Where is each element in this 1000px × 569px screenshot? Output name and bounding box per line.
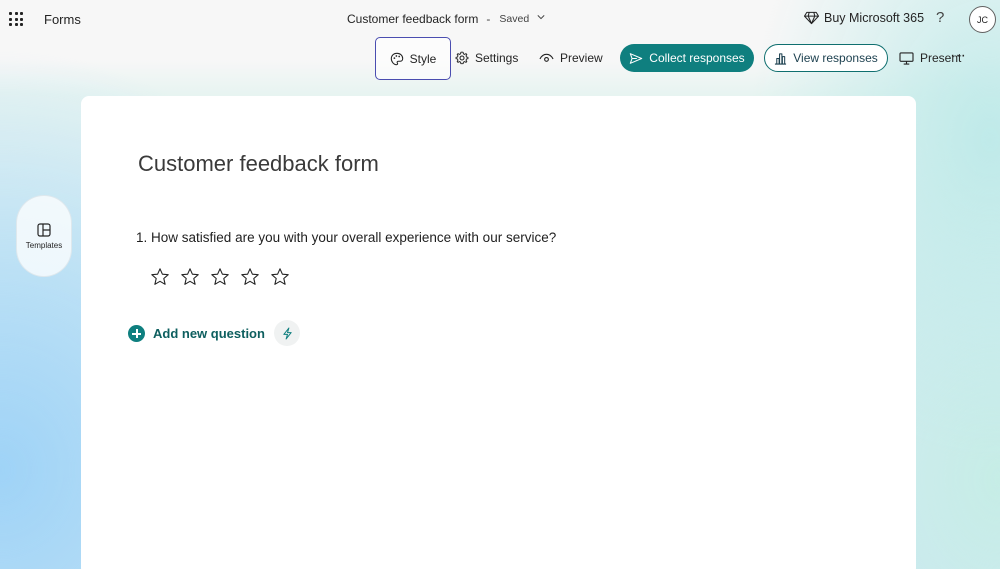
star-icon[interactable] (240, 267, 260, 287)
star-icon[interactable] (210, 267, 230, 287)
question-1[interactable]: 1. How satisfied are you with your overa… (136, 230, 556, 245)
monitor-icon (899, 51, 914, 65)
gear-icon (455, 51, 469, 65)
collect-label: Collect responses (649, 51, 745, 65)
app-name[interactable]: Forms (44, 12, 81, 27)
view-responses-button[interactable]: View responses (764, 44, 888, 72)
palette-icon (390, 52, 403, 65)
form-title[interactable]: Customer feedback form (138, 151, 379, 177)
settings-label: Settings (475, 51, 519, 65)
diamond-icon (804, 11, 819, 25)
send-icon (630, 52, 643, 64)
star-icon[interactable] (270, 267, 290, 287)
question-number: 1. (136, 230, 148, 245)
star-icon[interactable] (180, 267, 200, 287)
save-status: Saved (499, 13, 530, 25)
star-icon[interactable] (150, 267, 170, 287)
preview-label: Preview (560, 51, 603, 65)
form-card: Customer feedback form 1. How satisfied … (81, 96, 916, 569)
settings-button[interactable]: Settings (455, 44, 518, 72)
buy-microsoft-365-button[interactable]: Buy Microsoft 365 (804, 11, 924, 25)
style-button[interactable]: Style (375, 37, 451, 80)
style-label: Style (409, 51, 437, 66)
add-question-label: Add new question (153, 326, 265, 341)
app-launcher-icon[interactable] (9, 12, 23, 26)
top-bar: Forms Customer feedback form - Saved Buy… (0, 0, 1000, 40)
template-grid-icon (37, 222, 51, 237)
eye-icon (539, 53, 554, 62)
title-separator: - (486, 12, 491, 26)
plus-circle-icon (128, 325, 145, 342)
more-options-button[interactable]: ··· (950, 42, 966, 70)
bar-chart-icon (775, 52, 787, 65)
document-title-menu[interactable]: Customer feedback form - Saved (347, 12, 545, 26)
collect-responses-button[interactable]: Collect responses (620, 44, 754, 72)
chevron-down-icon (537, 15, 545, 20)
avatar[interactable]: JC (969, 6, 996, 33)
help-icon[interactable]: ? (936, 9, 944, 26)
lightning-icon (282, 326, 292, 340)
preview-button[interactable]: Preview (539, 44, 603, 72)
buy-label: Buy Microsoft 365 (824, 11, 925, 25)
templates-label: Templates (25, 240, 63, 250)
templates-button[interactable]: Templates (16, 195, 72, 277)
document-title: Customer feedback form (347, 12, 479, 26)
question-text: How satisfied are you with your overall … (151, 230, 557, 245)
add-new-question-button[interactable]: Add new question (128, 325, 265, 342)
view-label: View responses (793, 51, 878, 65)
rating-stars (150, 267, 300, 287)
quick-add-button[interactable] (274, 320, 300, 346)
